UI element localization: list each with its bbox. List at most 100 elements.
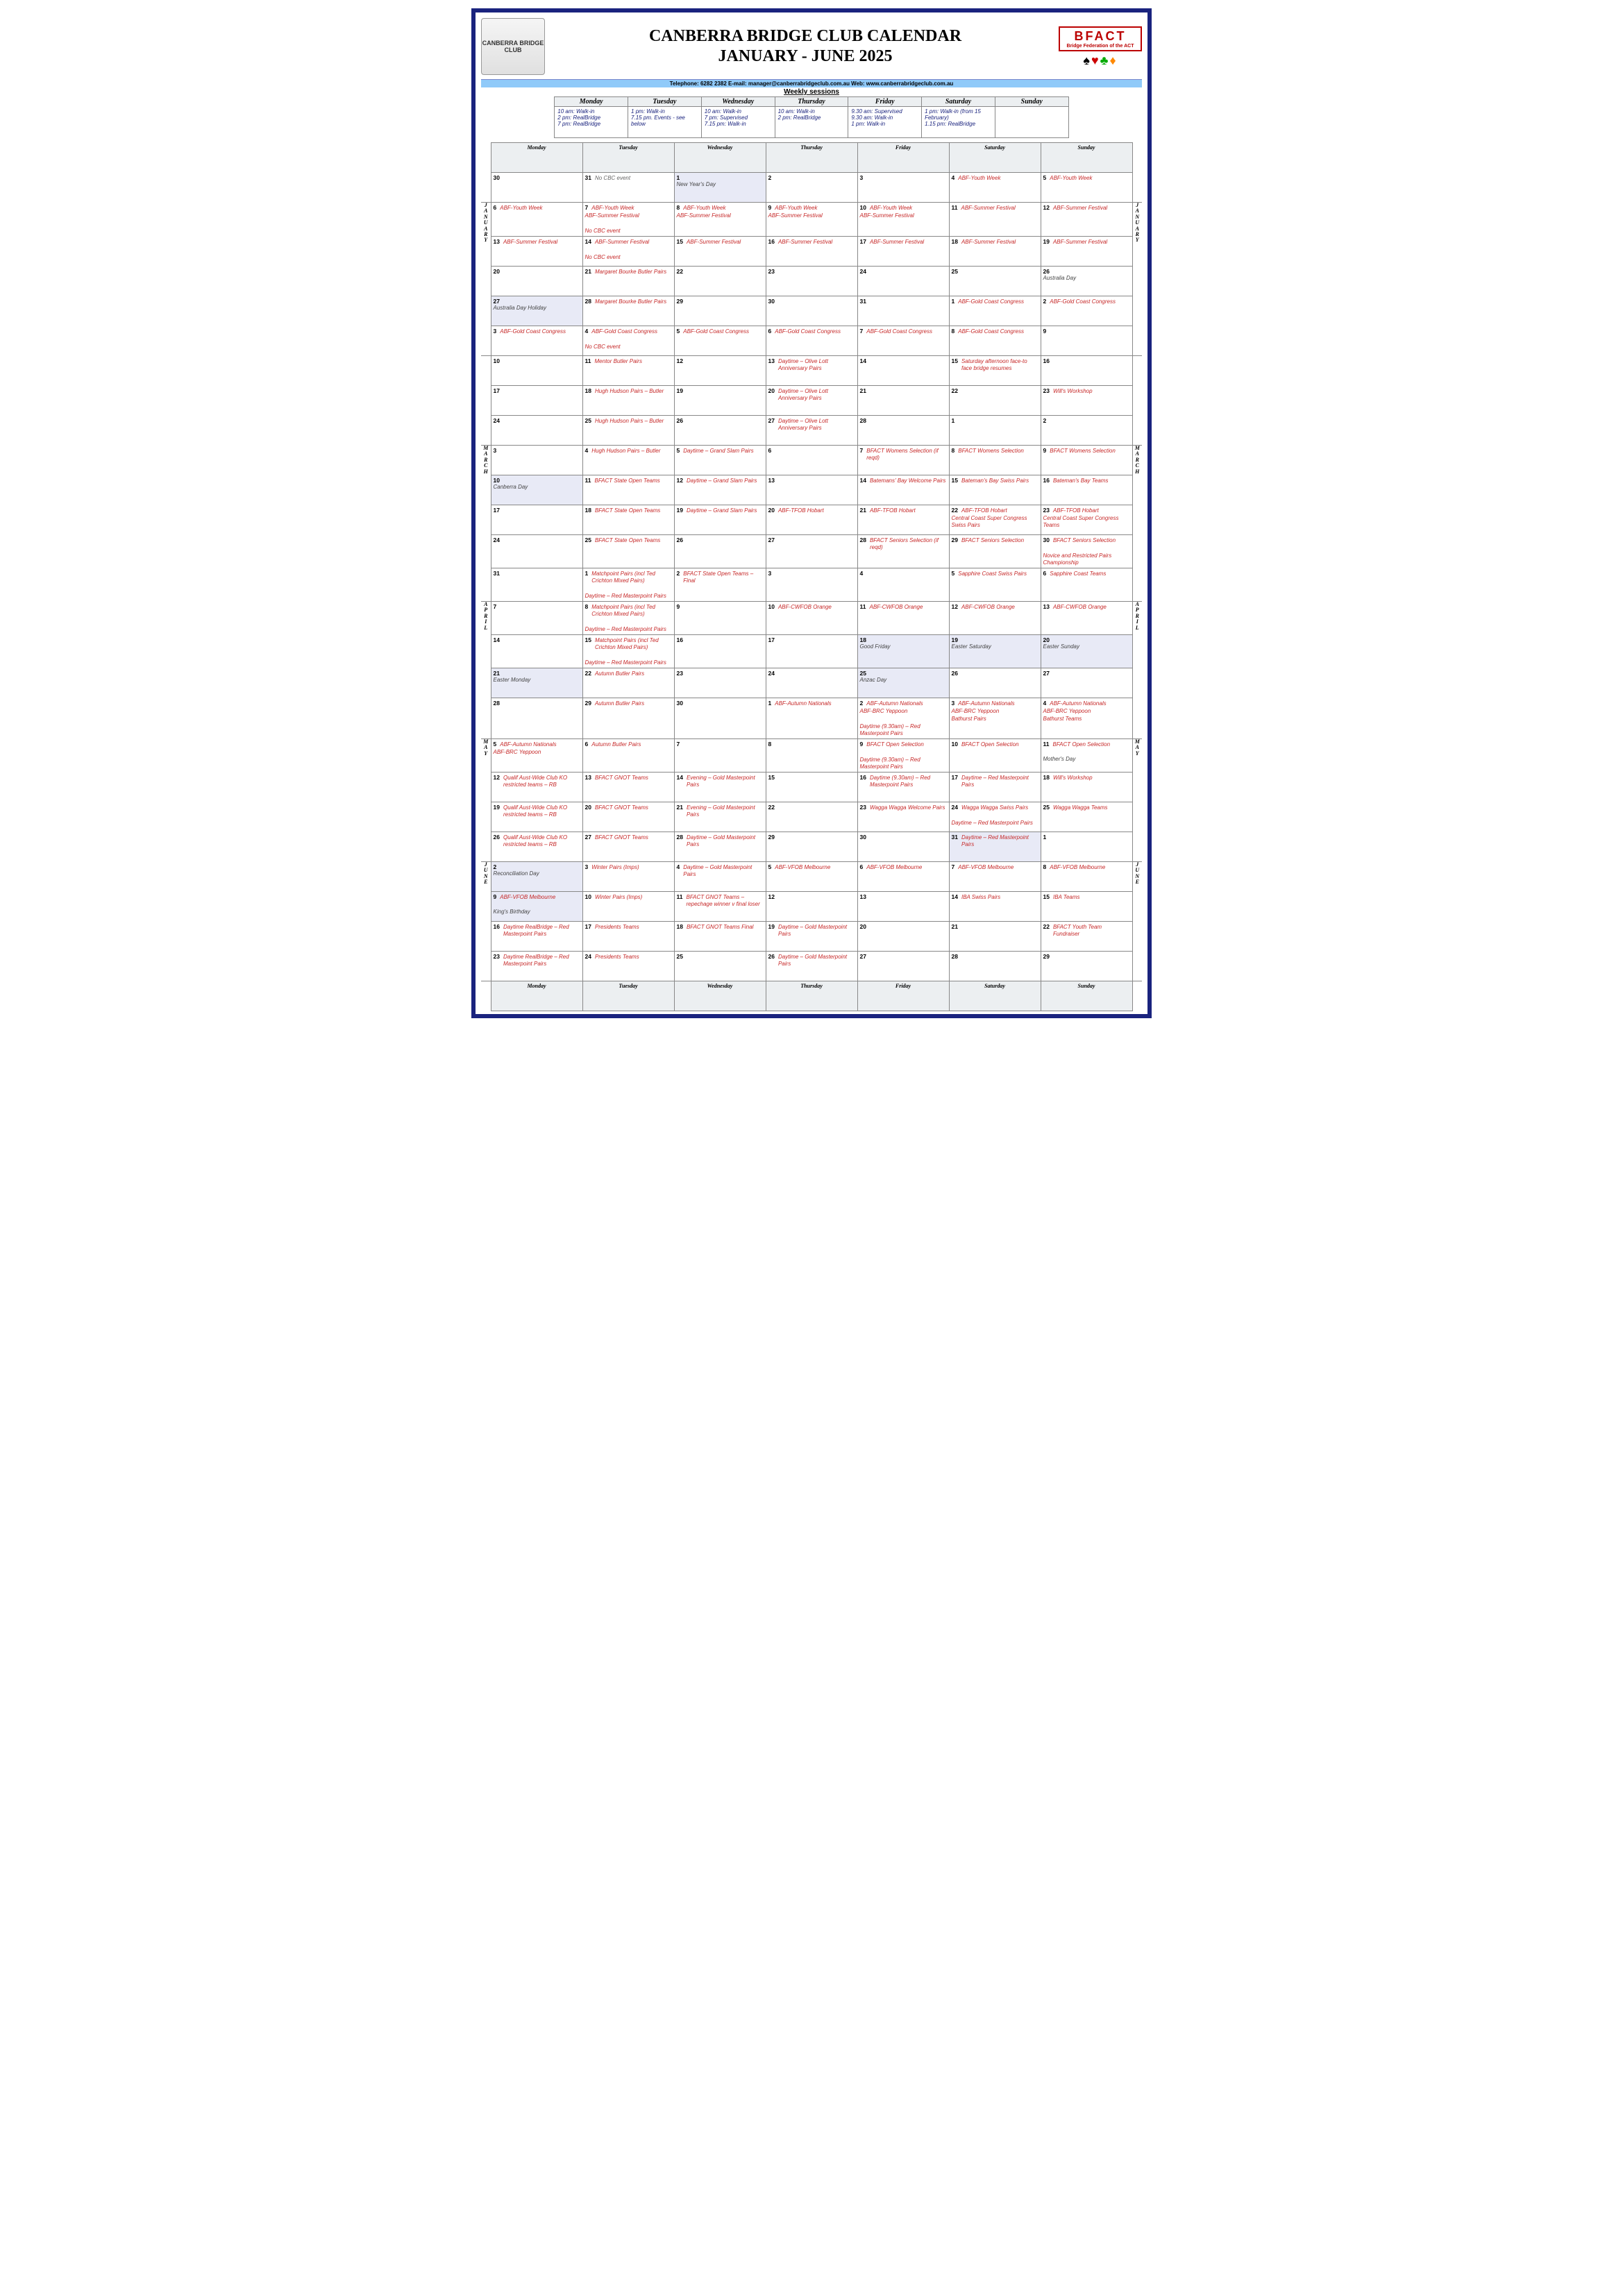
day-number: 2 (860, 700, 864, 707)
day-cell: 10BFACT Open Selection (949, 739, 1041, 773)
event-text: Batemans' Bay Welcome Pairs (870, 478, 947, 484)
day-cell: 5Daytime – Grand Slam Pairs (674, 446, 766, 475)
day-cell: 20 (857, 922, 949, 952)
calendar-row: 23Daytime RealBridge – Red Masterpoint P… (481, 952, 1142, 981)
event-text (585, 585, 672, 592)
event-text: Winter Pairs (Imps) (595, 894, 672, 901)
day-cell: 3 (857, 173, 949, 203)
day-cell: 15IBA Teams (1041, 892, 1132, 922)
event-text: ABF-Summer Festival (595, 239, 672, 246)
day-cell: 2ABF-Autumn NationalsABF-BRC Yeppoon Day… (857, 698, 949, 739)
day-cell: 5ABF-Gold Coast Congress (674, 326, 766, 356)
day-number: 14 (585, 238, 591, 245)
holiday-note: Easter Saturday (952, 643, 1038, 650)
day-cell: 25Hugh Hudson Pairs – Butler (582, 416, 674, 446)
day-number: 31 (860, 298, 866, 305)
day-number: 20 (1043, 636, 1050, 643)
day-cell: 23Daytime RealBridge – Red Masterpoint P… (491, 952, 582, 981)
day-cell: 1Matchpoint Pairs (incl Ted Crichton Mix… (582, 568, 674, 602)
day-cell: 30 (766, 296, 857, 326)
day-cell: 14Evening – Gold Masterpoint Pairs (674, 773, 766, 802)
event-text: BFACT Womens Selection (if reqd) (866, 448, 946, 462)
day-number: 12 (677, 357, 683, 364)
day-number: 24 (860, 268, 866, 275)
day-cell: 18Good Friday (857, 635, 949, 668)
day-cell: 17 (491, 386, 582, 416)
holiday-note: Australia Day (1043, 275, 1130, 281)
day-cell: 2BFACT State Open Teams – Final (674, 568, 766, 602)
day-number: 1 (952, 417, 955, 424)
day-cell: 8Matchpoint Pairs (incl Ted Crichton Mix… (582, 602, 674, 635)
day-cell: 20BFACT GNOT Teams (582, 802, 674, 832)
day-cell: 13ABF-CWFOB Orange (1041, 602, 1132, 635)
day-cell: 19ABF-Summer Festival (1041, 237, 1132, 267)
page-title: CANBERRA BRIDGE CLUB CALENDAR JANUARY - … (552, 26, 1059, 67)
day-number: 11 (585, 357, 591, 364)
event-text: BFACT GNOT Teams (595, 834, 672, 841)
event-text: No CBC event (585, 344, 672, 351)
day-cell: 10 Winter Pairs (Imps) (582, 892, 674, 922)
event-text: Daytime – Red Masterpoint Pairs (961, 834, 1038, 848)
month-label-right-may: MAY (1132, 739, 1142, 862)
event-text: ABF-CWFOB Orange (961, 604, 1038, 611)
event-text: Daytime – Gold Masterpoint Pairs (683, 864, 763, 878)
day-number: 4 (952, 174, 955, 181)
day-cell: 14 (857, 356, 949, 386)
event-text: Daytime – Grand Slam Pairs (687, 507, 764, 514)
day-cell: 1New Year's Day (674, 173, 766, 203)
day-cell: 17 (766, 635, 857, 668)
weekly-cell-tue: 1 pm: Walk-in 7.15 pm. Events - see belo… (628, 107, 702, 138)
day-cell: 24 (766, 668, 857, 698)
day-cell: 9 (674, 602, 766, 635)
event-text: ABF-Autumn Nationals (958, 700, 1038, 707)
calendar-day-header-5: Saturday (949, 143, 1041, 173)
day-number: 7 (952, 863, 955, 870)
day-number: 10 (952, 741, 958, 748)
day-number: 27 (1043, 670, 1050, 677)
day-number: 10 (585, 893, 591, 900)
day-number: 19 (494, 804, 500, 811)
day-cell: 2ABF-Gold Coast Congress (1041, 296, 1132, 326)
day-number: 30 (860, 834, 866, 841)
page-title-line2: JANUARY - JUNE 2025 (552, 47, 1059, 67)
event-text: ABF-BRC Yeppoon (494, 749, 580, 756)
calendar-page: CANBERRA BRIDGE CLUB CANBERRA BRIDGE CLU… (471, 8, 1152, 1018)
day-number: 21 (860, 387, 866, 394)
day-cell: 28BFACT Seniors Selection (if reqd) (857, 535, 949, 568)
day-cell: 12 (766, 892, 857, 922)
weekly-sessions-table: Weekly sessions Monday Tuesday Wednesday… (481, 87, 1142, 138)
day-number: 31 (585, 174, 591, 181)
day-number: 24 (494, 417, 500, 424)
day-number: 3 (494, 328, 497, 335)
event-text: ABF-Autumn Nationals (775, 700, 855, 707)
day-cell: 18BFACT GNOT Teams Final (674, 922, 766, 952)
event-text: ABF-Summer Festival (870, 239, 947, 246)
day-cell: 2 (1041, 416, 1132, 446)
day-cell: 16Daytime (9.30am) – Red Masterpoint Pai… (857, 773, 949, 802)
month-label-right-mar: MARCH (1132, 446, 1142, 602)
day-number: 19 (1043, 238, 1050, 245)
day-number: 10 (768, 603, 775, 610)
day-cell: 31 (857, 296, 949, 326)
calendar-row: 21Easter Monday22Autumn Butler Pairs2324… (481, 668, 1142, 698)
event-text: Daytime – Red Masterpoint Pairs (585, 593, 672, 600)
day-number: 13 (585, 774, 591, 781)
calendar-row: 19Qualif Aust-Wide Club KO restricted te… (481, 802, 1142, 832)
day-cell: 28 (491, 698, 582, 739)
event-text: ABF-VFOB Melbourne (958, 864, 1038, 871)
event-text: BFACT GNOT Teams Final (687, 924, 764, 931)
event-text: ABF-VFOB Melbourne (866, 864, 946, 871)
weekly-day-wed: Wednesday (701, 97, 775, 107)
day-number: 25 (585, 537, 591, 543)
day-cell: 1ABF-Gold Coast Congress (949, 296, 1041, 326)
day-number: 11 (585, 477, 591, 484)
event-text: ABF-Summer Festival (778, 239, 855, 246)
day-number: 18 (952, 238, 958, 245)
day-number: 1 (585, 570, 589, 577)
month-margin-left (481, 416, 491, 446)
day-cell: 27 (1041, 668, 1132, 698)
event-text: Wagga Wagga Swiss Pairs (961, 804, 1038, 811)
day-number: 2 (677, 570, 680, 577)
calendar-day-header-1: Tuesday (582, 143, 674, 173)
holiday-note: Easter Monday (494, 677, 580, 683)
